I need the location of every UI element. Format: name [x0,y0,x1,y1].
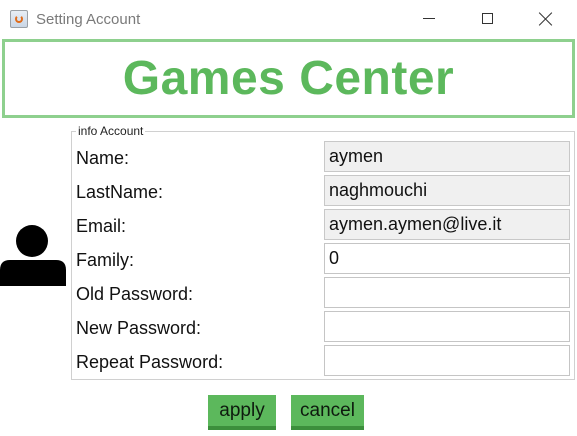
minimize-button[interactable] [400,0,458,37]
email-label: Email: [76,216,127,236]
family-field[interactable] [324,243,570,274]
close-icon [539,12,553,26]
close-button[interactable] [517,0,575,37]
repeat-password-field[interactable] [324,345,570,376]
new-password-field[interactable] [324,311,570,342]
java-app-icon [10,10,28,28]
maximize-icon [481,13,493,24]
family-label: Family: [76,250,134,270]
title-bar[interactable]: Setting Account [0,0,577,37]
window-title: Setting Account [36,11,141,28]
lastname-label: LastName: [76,182,164,202]
name-field[interactable]: aymen [324,141,570,172]
group-legend: info Account [76,124,146,138]
email-field[interactable]: aymen.aymen@live.it [324,209,570,240]
maximize-button[interactable] [458,0,516,37]
user-icon [0,225,66,286]
banner: Games Center [2,39,575,118]
new-password-label: New Password: [76,318,202,338]
banner-title: Games Center [122,52,455,105]
name-label: Name: [76,148,130,168]
lastname-field[interactable]: naghmouchi [324,175,570,206]
apply-button[interactable]: apply [208,395,276,430]
old-password-label: Old Password: [76,284,194,304]
cancel-button[interactable]: cancel [291,395,364,430]
old-password-field[interactable] [324,277,570,308]
setting-account-window: Setting Account Games Center info Accoun… [0,0,577,436]
minimize-icon [423,18,435,19]
repeat-password-label: Repeat Password: [76,352,224,372]
